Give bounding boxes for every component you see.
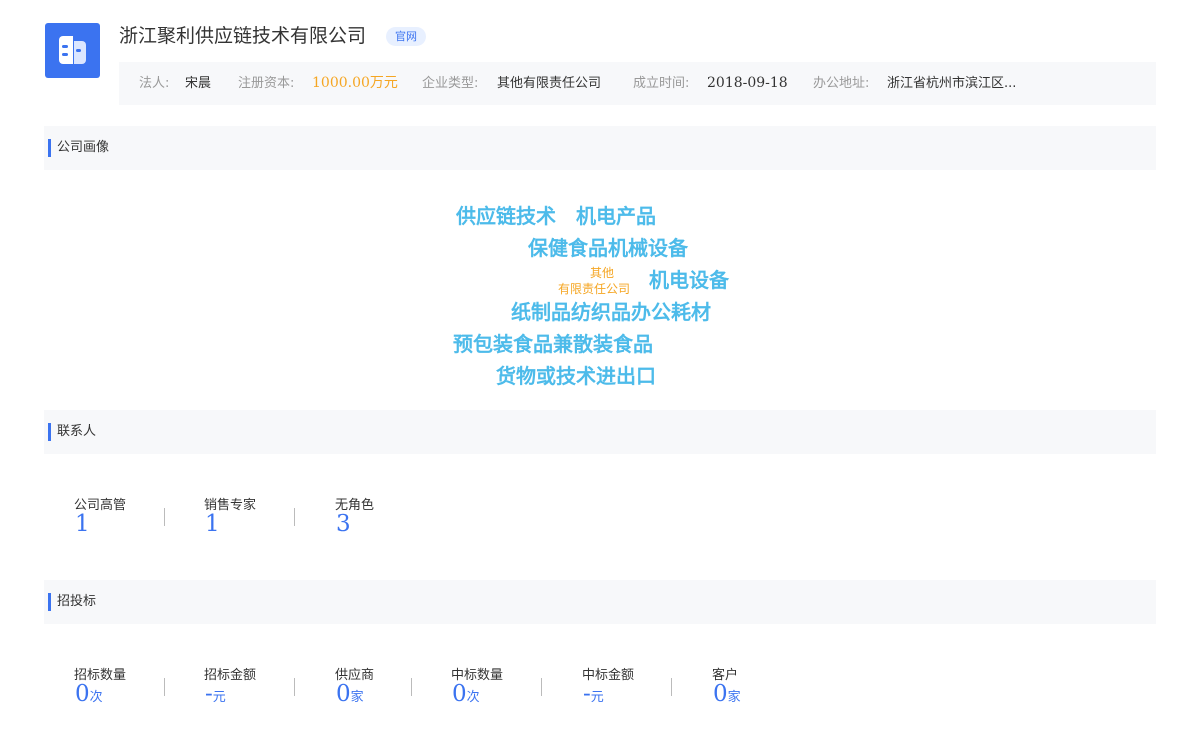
cloud-word: 货物或技术进出口 [496, 364, 656, 388]
stat-value: 0 [713, 681, 728, 707]
cloud-word: 其他 [590, 266, 615, 280]
address-value: 浙江省杭州市滨江区... [887, 76, 1017, 91]
company-name: 浙江聚利供应链技术有限公司 [119, 25, 367, 47]
divider [411, 678, 412, 696]
cloud-word: 保健食品机械设备 [528, 236, 688, 260]
cloud-word: 纸制品纺织品办公耗材 [511, 300, 711, 324]
website-tag[interactable]: 官网 [386, 27, 426, 46]
stat-value: 0 [75, 681, 90, 707]
section-title-profile: 公司画像 [57, 140, 110, 155]
divider [541, 678, 542, 696]
section-title-contacts: 联系人 [57, 424, 97, 439]
basic-info-bar: 法人: 宋晨 注册资本: 1000.00万元 企业类型: 其他有限责任公司 成立… [119, 62, 1156, 105]
stat-value: 3 [336, 511, 351, 537]
stat-unit: 家 [350, 690, 364, 705]
founded-value: 2018-09-18 [707, 75, 788, 91]
stat-unit: 次 [89, 690, 103, 705]
section-header-contacts: 联系人 [44, 410, 1156, 454]
stat-value: 1 [205, 511, 220, 537]
stat-value: 0 [452, 681, 467, 707]
stat-value: 0 [336, 681, 351, 707]
divider [164, 678, 165, 696]
legal-rep-label: 法人: [139, 76, 170, 91]
type-label: 企业类型: [422, 76, 479, 91]
type-value: 其他有限责任公司 [497, 76, 602, 91]
divider [294, 508, 295, 526]
cloud-word: 供应链技术 [456, 204, 556, 228]
address-label: 办公地址: [813, 76, 870, 91]
cloud-word: 预包装食品兼散装食品 [453, 332, 653, 356]
stat-value: - [205, 681, 213, 707]
founded-label: 成立时间: [633, 76, 690, 91]
cloud-word: 机电产品 [576, 204, 656, 228]
section-title-bidding: 招投标 [57, 594, 97, 609]
section-header-profile: 公司画像 [44, 126, 1156, 170]
cloud-word: 有限责任公司 [558, 282, 631, 296]
building-icon [59, 36, 73, 64]
divider [294, 678, 295, 696]
legal-rep-value: 宋晨 [185, 76, 212, 91]
stat-value: 1 [75, 511, 90, 537]
capital-value: 1000.00万元 [312, 75, 398, 91]
stat-unit: 家 [727, 690, 741, 705]
section-header-bidding: 招投标 [44, 580, 1156, 624]
company-logo [45, 23, 100, 78]
capital-label: 注册资本: [238, 76, 295, 91]
divider [164, 508, 165, 526]
divider [671, 678, 672, 696]
stat-unit: 元 [590, 690, 604, 705]
stat-unit: 次 [466, 690, 480, 705]
cloud-word: 机电设备 [649, 268, 729, 292]
stat-value: - [583, 681, 591, 707]
stat-unit: 元 [212, 690, 226, 705]
